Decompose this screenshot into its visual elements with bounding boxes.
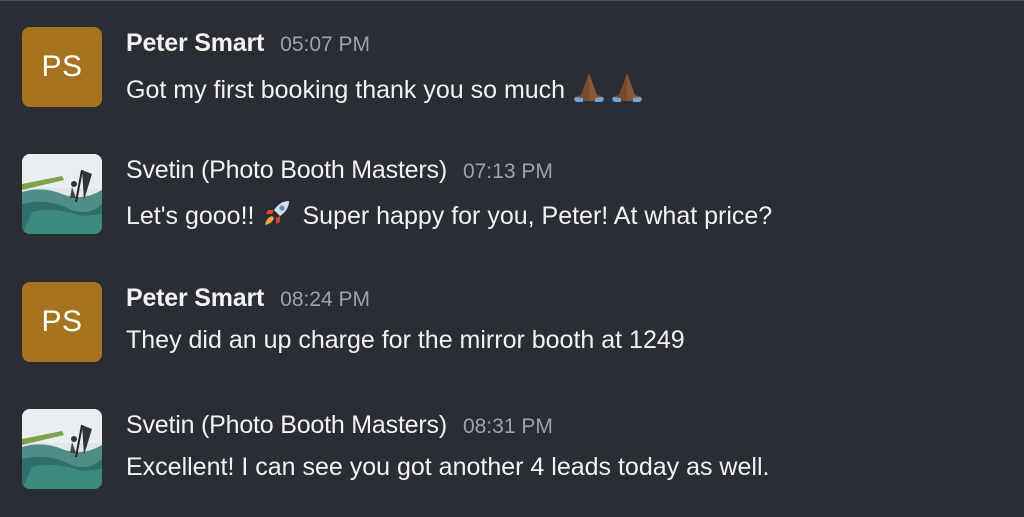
avatar[interactable]: PS [22, 27, 102, 107]
avatar-initials: PS [41, 50, 83, 83]
message-body: Svetin (Photo Booth Masters) 08:31 PM Ex… [126, 409, 769, 482]
message-item: PS Peter Smart 08:24 PM They did an up c… [22, 282, 685, 362]
message-text: Super happy for you, Peter! At what pric… [302, 202, 773, 230]
message-body: Peter Smart 08:24 PM They did an up char… [126, 282, 685, 355]
message-timestamp[interactable]: 05:07 PM [280, 33, 370, 57]
sender-name[interactable]: Peter Smart [126, 29, 264, 58]
message-body: Peter Smart 05:07 PM Got my first bookin… [126, 27, 645, 110]
message-timestamp[interactable]: 08:31 PM [463, 415, 553, 439]
message-text: Got my first booking thank you so much [126, 76, 566, 104]
message-header: Svetin (Photo Booth Masters) 07:13 PM [126, 156, 772, 190]
folded-hands-icon [571, 71, 607, 110]
message-text: They did an up charge for the mirror boo… [126, 326, 685, 354]
message-body: Svetin (Photo Booth Masters) 07:13 PM Le… [126, 154, 772, 235]
message-text-row: Let's gooo!! Super happy for you, Peter!… [126, 198, 772, 235]
message-timestamp[interactable]: 08:24 PM [280, 288, 370, 312]
avatar[interactable] [22, 409, 102, 489]
message-text-row: They did an up charge for the mirror boo… [126, 326, 685, 355]
windsurfer-photo-icon [22, 409, 102, 489]
windsurfer-photo-icon [22, 154, 102, 234]
message-timestamp[interactable]: 07:13 PM [463, 160, 553, 184]
message-header: Svetin (Photo Booth Masters) 08:31 PM [126, 411, 769, 445]
chat-thread: PS Peter Smart 05:07 PM Got my first boo… [0, 0, 1024, 517]
sender-name[interactable]: Svetin (Photo Booth Masters) [126, 411, 447, 440]
message-text: Excellent! I can see you got another 4 l… [126, 453, 770, 481]
sender-name[interactable]: Peter Smart [126, 284, 264, 313]
message-text-row: Excellent! I can see you got another 4 l… [126, 453, 769, 482]
message-item: Svetin (Photo Booth Masters) 07:13 PM Le… [22, 154, 772, 235]
folded-hands-icon [609, 71, 645, 110]
avatar-initials: PS [41, 305, 83, 338]
message-text: Let's gooo!! [126, 202, 255, 230]
message-item: PS Peter Smart 05:07 PM Got my first boo… [22, 27, 645, 110]
message-item: Svetin (Photo Booth Masters) 08:31 PM Ex… [22, 409, 769, 489]
avatar[interactable]: PS [22, 282, 102, 362]
message-header: Peter Smart 05:07 PM [126, 29, 645, 63]
sender-name[interactable]: Svetin (Photo Booth Masters) [126, 156, 447, 185]
message-header: Peter Smart 08:24 PM [126, 284, 685, 318]
rocket-icon [262, 198, 292, 235]
avatar[interactable] [22, 154, 102, 234]
message-text-row: Got my first booking thank you so much [126, 71, 645, 110]
